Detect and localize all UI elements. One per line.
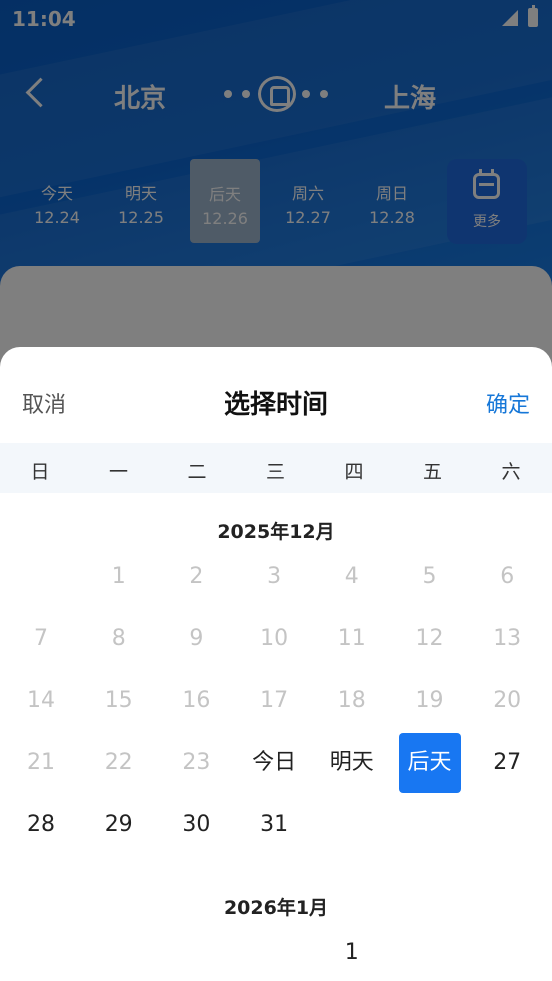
- day-cell-selected[interactable]: 后天: [398, 733, 461, 793]
- day-cell: 11: [337, 626, 366, 651]
- day-cell: 15: [104, 688, 133, 713]
- day-cell: 18: [337, 688, 366, 713]
- weekday-label: 一: [108, 461, 128, 483]
- weekday-label: 日: [30, 461, 50, 483]
- day-cell[interactable]: 今日: [235, 733, 313, 793]
- confirm-button[interactable]: 确定: [486, 387, 530, 419]
- day-cell[interactable]: 1: [313, 923, 391, 981]
- day-cell: 4: [344, 564, 359, 589]
- day-cell: 7: [34, 626, 48, 651]
- day-cell[interactable]: 明天: [313, 733, 391, 793]
- day-cell: 19: [415, 688, 444, 713]
- day-cell: 21: [27, 750, 55, 775]
- day-cell[interactable]: 30: [157, 795, 235, 855]
- day-cell: 14: [27, 688, 55, 713]
- day-cell: 8: [111, 626, 126, 651]
- date-picker-sheet: 取消 选择时间 确定 日一二三四五六 2025年12月 1 2 3 4 5 6 7 8 9 10 11…: [0, 347, 552, 981]
- weekday-label: 三: [265, 461, 285, 483]
- day-cell: 20: [493, 688, 522, 713]
- weekday-label: 四: [344, 461, 364, 483]
- month-title: 2026年1月: [223, 897, 329, 919]
- day-cell: 13: [493, 626, 522, 651]
- day-cell: 5: [422, 564, 437, 589]
- day-cell[interactable]: 31: [235, 795, 313, 855]
- day-cell: 22: [104, 750, 133, 775]
- day-cell: 9: [189, 626, 204, 651]
- weekday-label: 五: [422, 461, 442, 483]
- day-cell: 1: [111, 564, 126, 589]
- day-cell: 2: [189, 564, 204, 589]
- day-cell: 23: [182, 750, 211, 775]
- scroll-fade: [410, 921, 552, 981]
- weekday-label: 六: [501, 461, 521, 483]
- day-cell[interactable]: 29: [80, 795, 158, 855]
- day-cell: 10: [260, 626, 289, 651]
- day-cell: 16: [182, 688, 211, 713]
- day-cell[interactable]: 28: [2, 795, 80, 855]
- month-title: 2025年12月: [217, 521, 335, 543]
- day-cell: 17: [260, 688, 289, 713]
- weekday-header: 日一二三四五六: [0, 443, 552, 493]
- sheet-title: 选择时间: [223, 390, 328, 420]
- day-cell[interactable]: 27: [468, 733, 546, 793]
- day-cell: 6: [500, 564, 515, 589]
- day-cell: 3: [267, 564, 282, 589]
- day-cell: 12: [415, 626, 444, 651]
- weekday-label: 二: [187, 461, 207, 483]
